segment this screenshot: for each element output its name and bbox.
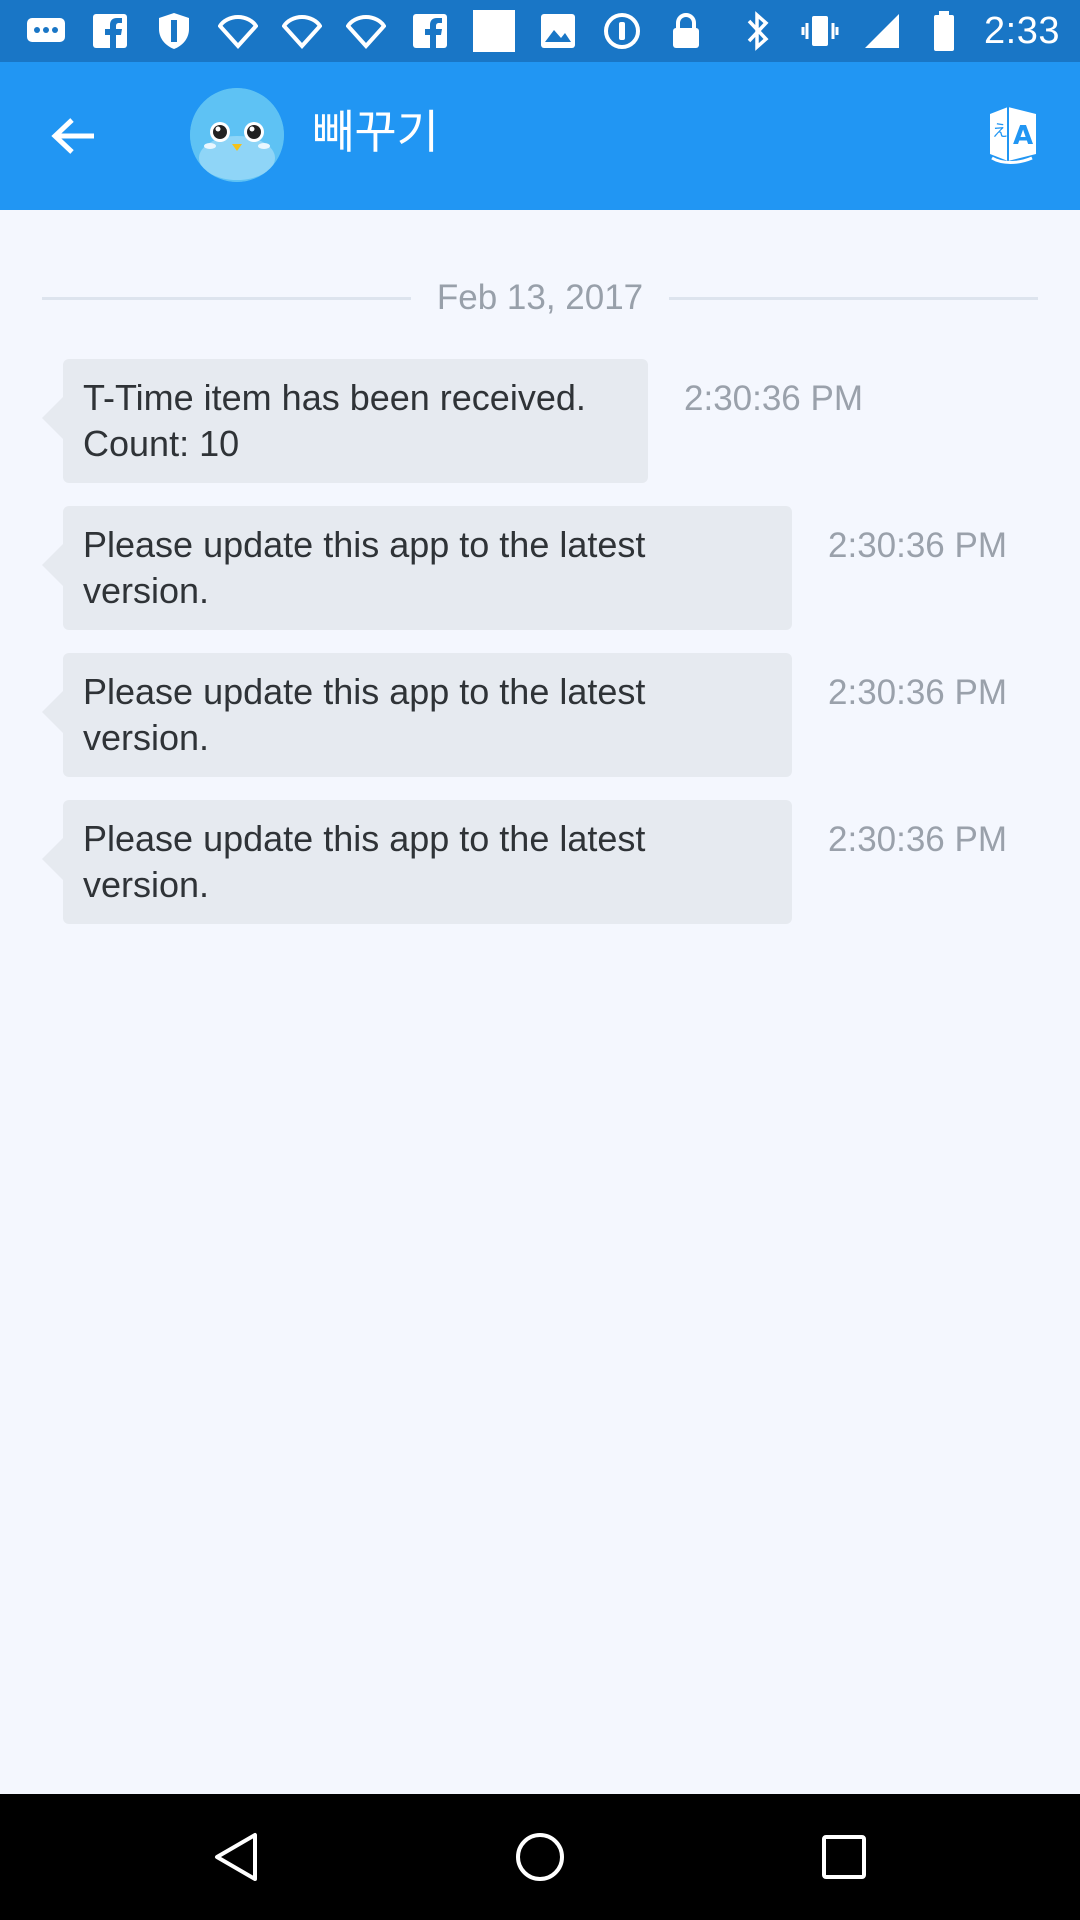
message-row: T-Time item has been received. Count: 10… [42,359,863,483]
bubble-tail [42,397,63,439]
avatar[interactable] [190,88,284,182]
app-bar: 빼꾸기 え A [0,62,1080,210]
nav-back-button[interactable] [201,1822,271,1892]
translate-button[interactable]: え A [982,102,1044,168]
message-bubble-wrap: Please update this app to the latest ver… [42,653,792,777]
message-time: 2:30:36 PM [828,673,1007,712]
translate-icon: え A [990,107,1036,164]
message-line: Please update this app to the latest [83,524,646,565]
signal-icon [860,9,904,53]
square-icon [472,9,516,53]
chat-title: 빼꾸기 [312,106,439,158]
bluetooth-icon [736,9,780,53]
date-divider: Feb 13, 2017 [42,268,1038,328]
date-label: Feb 13, 2017 [436,278,644,317]
clock: 2:33 [984,9,1060,52]
message-bubble-wrap: Please update this app to the latest ver… [42,506,792,630]
back-button[interactable] [40,106,106,166]
message-row: Please update this app to the latest ver… [42,800,1007,924]
message-bubble-wrap: Please update this app to the latest ver… [42,800,792,924]
bubble-tail [42,838,63,880]
divider-line [42,296,411,300]
back-triangle-icon [215,1833,257,1881]
message-time: 2:30:36 PM [828,526,1007,565]
wifi-icon [216,9,260,53]
facebook-icon [88,9,132,53]
lock-icon [664,9,708,53]
message-bubble[interactable]: Please update this app to the latest ver… [63,506,792,630]
message-row: Please update this app to the latest ver… [42,506,1007,630]
photo-icon [536,9,580,53]
message-bubble[interactable]: Please update this app to the latest ver… [63,800,792,924]
home-circle-icon [516,1833,564,1881]
bubble-tail [42,544,63,586]
notification-icons [24,8,708,54]
circle-i-icon [600,9,644,53]
message-bubble[interactable]: T-Time item has been received. Count: 10 [63,359,648,483]
message-line: Please update this app to the latest [83,671,646,712]
vibrate-icon [798,9,842,53]
svg-text:A: A [1013,121,1033,151]
message-time: 2:30:36 PM [684,379,863,418]
system-icons: 2:33 [736,8,1060,54]
message-line: Count: 10 [83,423,240,464]
message-bubble-wrap: T-Time item has been received. Count: 10 [42,359,648,483]
nav-recents-button[interactable] [809,1822,879,1892]
battery-icon [922,9,966,53]
recents-square-icon [822,1835,866,1879]
svg-text:え: え [992,121,1008,140]
navigation-bar [0,1794,1080,1920]
message-line: T-Time item has been received. [83,377,586,418]
message-line: Please update this app to the latest [83,818,646,859]
bird-face-icon [190,88,284,182]
facebook-icon [408,9,452,53]
message-row: Please update this app to the latest ver… [42,653,1007,777]
arrow-left-icon [51,118,94,154]
shield-icon [152,9,196,53]
message-time: 2:30:36 PM [828,820,1007,859]
wifi-icon [280,9,324,53]
message-line: version. [83,717,210,758]
divider-line [669,296,1038,300]
bubble-tail [42,691,63,733]
message-line: version. [83,864,210,905]
messages-icon [24,9,68,53]
wifi-icon [344,9,388,53]
nav-home-button[interactable] [505,1822,575,1892]
message-line: version. [83,570,210,611]
message-bubble[interactable]: Please update this app to the latest ver… [63,653,792,777]
status-bar: 2:33 [0,0,1080,62]
